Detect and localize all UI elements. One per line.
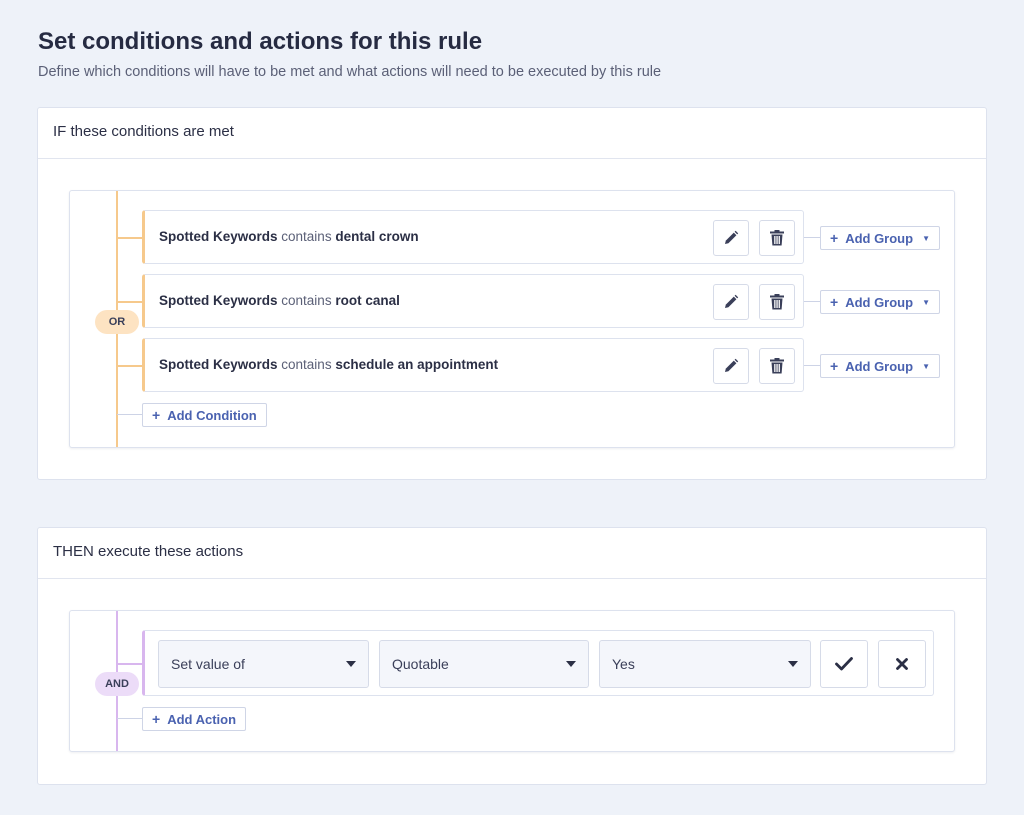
- edit-condition-button[interactable]: [713, 348, 749, 384]
- action-field-select[interactable]: Quotable: [379, 640, 589, 688]
- add-group-label: Add Group: [845, 358, 914, 374]
- condition-value: dental crown: [335, 229, 419, 244]
- action-type-select[interactable]: Set value of: [158, 640, 369, 688]
- actions-card-header: THEN execute these actions: [38, 528, 986, 579]
- plus-icon: +: [830, 294, 839, 310]
- add-action-button[interactable]: + Add Action: [142, 707, 247, 731]
- condition-operator: contains: [281, 357, 332, 372]
- edit-condition-button[interactable]: [713, 220, 749, 256]
- add-group-connector: [804, 301, 820, 302]
- page-subtitle: Define which conditions will have to be …: [38, 64, 662, 80]
- dropdown-arrow-icon: [566, 661, 576, 667]
- condition-field: Spotted Keywords: [159, 293, 278, 308]
- caret-down-icon: ▼: [922, 361, 930, 371]
- action-row: Set value of Quotable Yes: [142, 630, 934, 696]
- or-operator-pill[interactable]: OR: [95, 310, 139, 334]
- plus-icon: +: [830, 358, 839, 374]
- condition-field: Spotted Keywords: [159, 357, 278, 372]
- dropdown-arrow-icon: [346, 661, 356, 667]
- add-group-label: Add Group: [845, 294, 914, 310]
- or-branch-1: [117, 237, 142, 239]
- delete-condition-button[interactable]: [759, 220, 795, 256]
- add-group-connector: [804, 237, 820, 238]
- condition-operator: contains: [281, 229, 332, 244]
- add-group-label: Add Group: [845, 230, 914, 246]
- add-action-label: Add Action: [167, 711, 237, 727]
- and-operator-pill[interactable]: AND: [95, 672, 139, 696]
- pencil-icon: [725, 358, 739, 372]
- conditions-card: IF these conditions are met OR Spotted K…: [37, 107, 987, 480]
- pencil-icon: [725, 230, 739, 244]
- plus-icon: +: [152, 711, 161, 727]
- cancel-action-button[interactable]: [878, 640, 926, 688]
- delete-condition-button[interactable]: [759, 284, 795, 320]
- check-icon: [835, 657, 853, 671]
- conditions-card-header: IF these conditions are met: [38, 108, 986, 159]
- confirm-action-button[interactable]: [820, 640, 868, 688]
- actions-group: AND Set value of Quotable Yes + Add Acti…: [69, 610, 955, 752]
- add-group-button[interactable]: + Add Group ▼: [820, 226, 940, 250]
- add-group-button[interactable]: + Add Group ▼: [820, 354, 940, 378]
- actions-card: THEN execute these actions AND Set value…: [37, 527, 987, 785]
- action-field-value: Quotable: [392, 656, 449, 672]
- add-action-connector: [117, 718, 142, 719]
- edit-condition-button[interactable]: [713, 284, 749, 320]
- caret-down-icon: ▼: [922, 297, 930, 307]
- or-branch-3: [117, 365, 142, 367]
- trash-icon: [770, 230, 784, 246]
- condition-row: Spotted Keywords contains root canal: [142, 274, 804, 328]
- plus-icon: +: [152, 407, 161, 423]
- caret-down-icon: ▼: [922, 233, 930, 243]
- and-branch: [117, 663, 142, 665]
- condition-value: root canal: [335, 293, 400, 308]
- condition-text: Spotted Keywords contains root canal: [159, 275, 400, 327]
- dropdown-arrow-icon: [788, 661, 798, 667]
- x-icon: [896, 658, 908, 670]
- add-condition-label: Add Condition: [167, 407, 257, 423]
- condition-field: Spotted Keywords: [159, 229, 278, 244]
- condition-text: Spotted Keywords contains schedule an ap…: [159, 339, 498, 391]
- condition-text: Spotted Keywords contains dental crown: [159, 211, 419, 263]
- trash-icon: [770, 294, 784, 310]
- trash-icon: [770, 358, 784, 374]
- or-branch-2: [117, 301, 142, 303]
- condition-operator: contains: [281, 293, 332, 308]
- conditions-group: OR Spotted Keywords contains dental crow…: [69, 190, 955, 448]
- condition-row: Spotted Keywords contains schedule an ap…: [142, 338, 804, 392]
- action-value-value: Yes: [612, 656, 635, 672]
- add-condition-connector: [117, 414, 142, 415]
- delete-condition-button[interactable]: [759, 348, 795, 384]
- page-title: Set conditions and actions for this rule: [38, 28, 483, 55]
- condition-row: Spotted Keywords contains dental crown: [142, 210, 804, 264]
- action-type-value: Set value of: [171, 656, 245, 672]
- add-condition-button[interactable]: + Add Condition: [142, 403, 267, 427]
- plus-icon: +: [830, 230, 839, 246]
- condition-value: schedule an appointment: [335, 357, 499, 372]
- pencil-icon: [725, 294, 739, 308]
- action-value-select[interactable]: Yes: [599, 640, 811, 688]
- add-group-button[interactable]: + Add Group ▼: [820, 290, 940, 314]
- add-group-connector: [804, 365, 820, 366]
